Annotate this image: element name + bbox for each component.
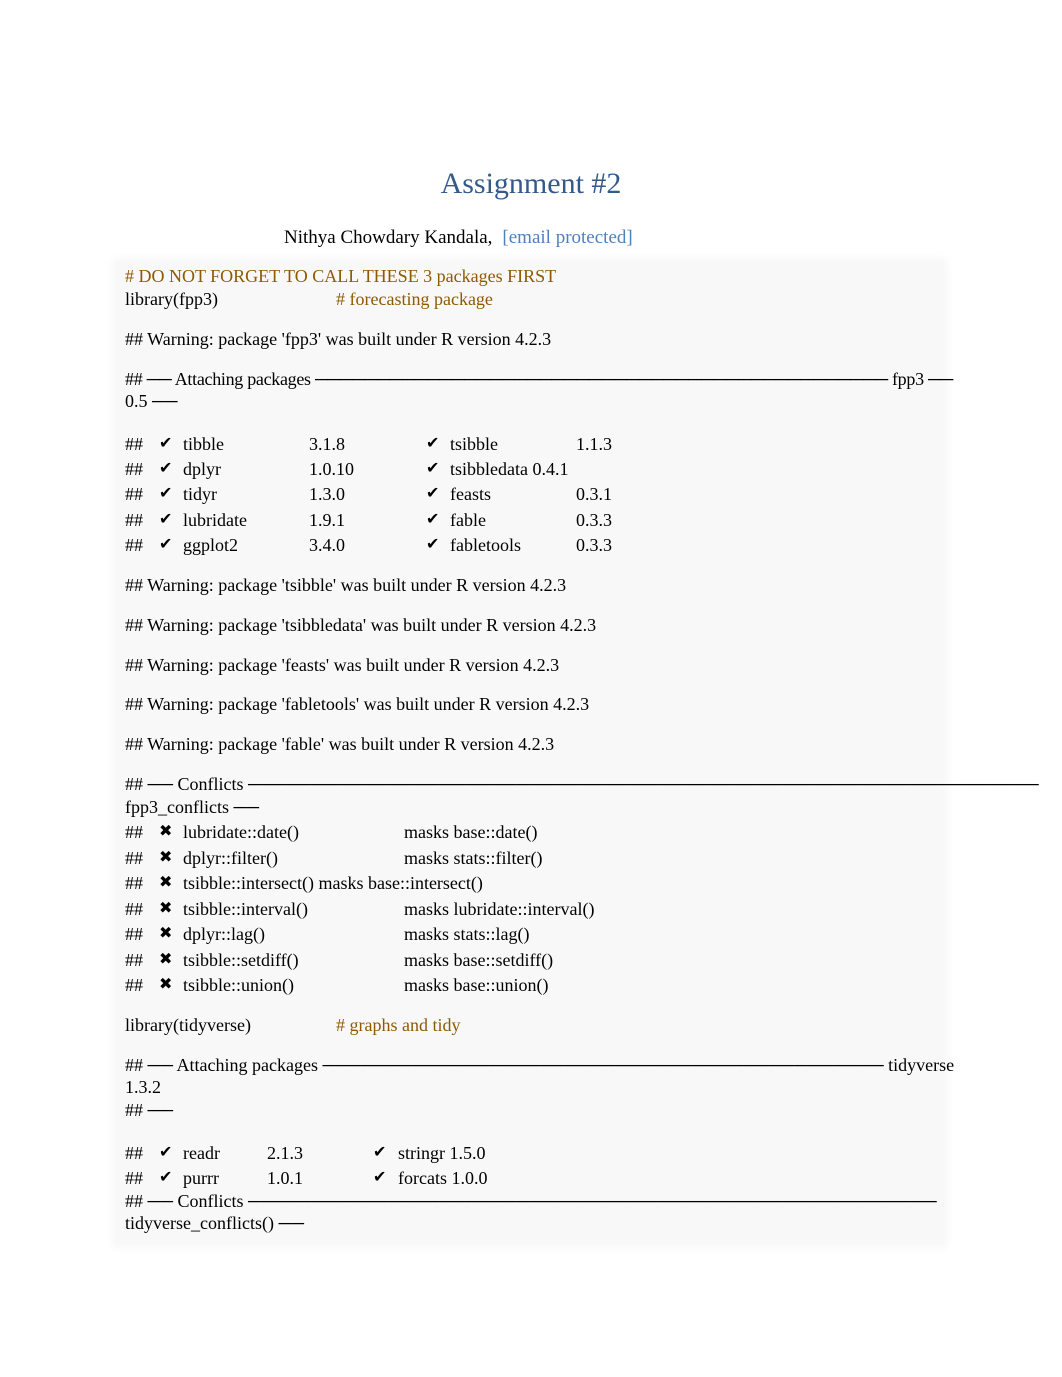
cross-icon: ✖	[159, 874, 173, 891]
attach-fpp3-header: ## ── Attaching packages ───────────────…	[125, 369, 953, 389]
conflict-function: tsibble::setdiff()	[183, 949, 299, 970]
library-comment: # graphs and tidy	[336, 1015, 461, 1035]
package-name: stringr 1.5.0	[398, 1143, 486, 1163]
package-version: 2.1.3	[267, 1143, 303, 1163]
row-prefix: ##	[125, 534, 143, 555]
package-version: 0.3.3	[576, 534, 612, 555]
conflict-function: tsibble::interval()	[183, 898, 308, 919]
warning-fpp3: ## Warning: package 'fpp3' was built und…	[125, 329, 552, 349]
package-name: fable	[450, 509, 486, 530]
package-version: 1.3.0	[309, 484, 345, 505]
package-name: lubridate	[183, 509, 247, 530]
check-icon: ✔	[159, 1169, 173, 1186]
row-prefix: ##	[125, 847, 143, 868]
conflict-function: tsibble::intersect() masks base::interse…	[183, 873, 483, 893]
conflict-function: tsibble::union()	[183, 975, 294, 995]
package-version: 3.4.0	[309, 534, 345, 555]
package-name: tsibbledata 0.4.1	[450, 459, 569, 480]
cross-icon: ✖	[159, 925, 173, 942]
attach-tidy-version: 1.3.2	[125, 1077, 161, 1097]
cross-icon: ✖	[159, 976, 173, 993]
document-title: Assignment #2	[440, 167, 622, 200]
check-icon: ✔	[159, 485, 173, 503]
check-icon: ✔	[373, 1169, 387, 1186]
check-icon: ✔	[159, 535, 173, 553]
warning-line: ## Warning: package 'tsibble' was built …	[125, 575, 567, 595]
row-prefix: ##	[125, 822, 143, 842]
warning-line: ## Warning: package 'feasts' was built u…	[125, 654, 560, 675]
conflict-function: dplyr::lag()	[183, 924, 265, 944]
conflicts-tidy-header: ## ── Conflicts ────────────────────────…	[125, 1191, 937, 1211]
check-icon: ✔	[159, 435, 173, 452]
row-prefix: ##	[125, 459, 143, 480]
row-prefix: ##	[125, 484, 143, 505]
conflict-masks: masks lubridate::interval()	[404, 898, 595, 919]
conflict-masks: masks stats::lag()	[404, 924, 530, 944]
row-prefix: ##	[125, 898, 143, 919]
package-name: fabletools	[450, 534, 521, 555]
check-icon: ✔	[373, 1144, 387, 1161]
warning-line: ## Warning: package 'fabletools' was bui…	[125, 694, 590, 715]
warning-line: ## Warning: package 'fable' was built un…	[125, 734, 555, 755]
package-name: feasts	[450, 484, 491, 505]
package-version: 1.1.3	[576, 434, 612, 454]
row-prefix: ##	[125, 949, 143, 970]
package-version: 1.9.1	[309, 509, 345, 530]
package-version: 1.0.10	[309, 459, 354, 480]
conflicts-tidy-footer: tidyverse_conflicts() ──	[125, 1213, 304, 1233]
conflict-function: lubridate::date()	[183, 822, 299, 842]
check-icon: ✔	[426, 460, 440, 478]
code-library-tidyverse: library(tidyverse) # graphs and tidy	[125, 1014, 460, 1036]
conflict-masks: masks base::date()	[404, 822, 538, 842]
package-name: readr	[183, 1143, 220, 1163]
row-prefix: ##	[125, 975, 143, 995]
row-prefix: ##	[125, 924, 143, 944]
cross-icon: ✖	[159, 899, 173, 917]
check-icon: ✔	[159, 460, 173, 478]
row-prefix: ##	[125, 1143, 143, 1163]
package-version: 0.3.1	[576, 484, 612, 505]
author-line: Nithya Chowdary Kandala, [email protected…	[284, 226, 633, 250]
library-call: library(fpp3)	[125, 289, 218, 309]
package-name: tibble	[183, 434, 224, 454]
code-comment-first: # DO NOT FORGET TO CALL THESE 3 packages…	[125, 266, 557, 286]
library-call: library(tidyverse)	[125, 1015, 251, 1035]
package-name: purrr	[183, 1168, 219, 1188]
check-icon: ✔	[426, 510, 440, 528]
package-version: 1.0.1	[267, 1168, 303, 1188]
check-icon: ✔	[159, 510, 173, 528]
author-email-link[interactable]: [email protected]	[502, 227, 632, 248]
conflict-masks: masks base::setdiff()	[404, 949, 554, 970]
check-icon: ✔	[426, 485, 440, 503]
check-icon: ✔	[426, 435, 440, 452]
package-name: forcats 1.0.0	[398, 1168, 488, 1188]
conflict-masks: masks stats::filter()	[404, 847, 543, 868]
check-icon: ✔	[159, 1144, 173, 1161]
row-prefix: ##	[125, 434, 143, 454]
package-version: 3.1.8	[309, 434, 345, 454]
package-name: dplyr	[183, 459, 221, 480]
package-name: ggplot2	[183, 534, 239, 555]
attach-fpp3-version: 0.5 ──	[125, 391, 178, 411]
package-version: 0.3.3	[576, 509, 612, 530]
warning-line: ## Warning: package 'tsibbledata' was bu…	[125, 614, 597, 635]
code-library-fpp3: library(fpp3) # forecasting package	[125, 288, 493, 310]
attach-tidy-header: ## ── Attaching packages ───────────────…	[125, 1055, 955, 1075]
author-name: Nithya Chowdary Kandala,	[284, 227, 493, 248]
check-icon: ✔	[426, 535, 440, 553]
cross-icon: ✖	[159, 823, 173, 840]
cross-icon: ✖	[159, 848, 173, 866]
attach-tidy-end: ## ──	[125, 1100, 174, 1120]
library-comment: # forecasting package	[336, 289, 493, 309]
row-prefix: ##	[125, 873, 143, 893]
row-prefix: ##	[125, 509, 143, 530]
conflict-masks: masks base::union()	[404, 975, 549, 995]
package-name: tidyr	[183, 484, 217, 505]
package-name: tsibble	[450, 434, 498, 454]
conflicts-fpp3-footer: fpp3_conflicts ──	[125, 797, 259, 817]
cross-icon: ✖	[159, 950, 173, 968]
conflict-function: dplyr::filter()	[183, 847, 278, 868]
row-prefix: ##	[125, 1168, 143, 1188]
conflicts-fpp3-header: ## ── Conflicts ────────────────────────…	[125, 774, 1039, 794]
